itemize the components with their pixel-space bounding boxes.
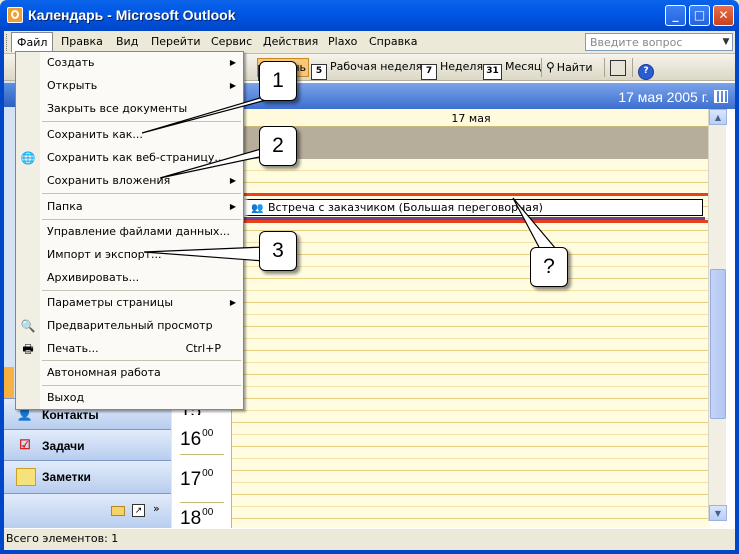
callout-1: 1 (259, 61, 297, 101)
callout-2: 2 (259, 126, 297, 166)
callout-3: 3 (259, 231, 297, 271)
callout-question: ? (530, 247, 568, 287)
callout-3-pointer (143, 246, 265, 262)
callout-leader-lines (141, 94, 558, 262)
callout-q-pointer (512, 197, 558, 250)
